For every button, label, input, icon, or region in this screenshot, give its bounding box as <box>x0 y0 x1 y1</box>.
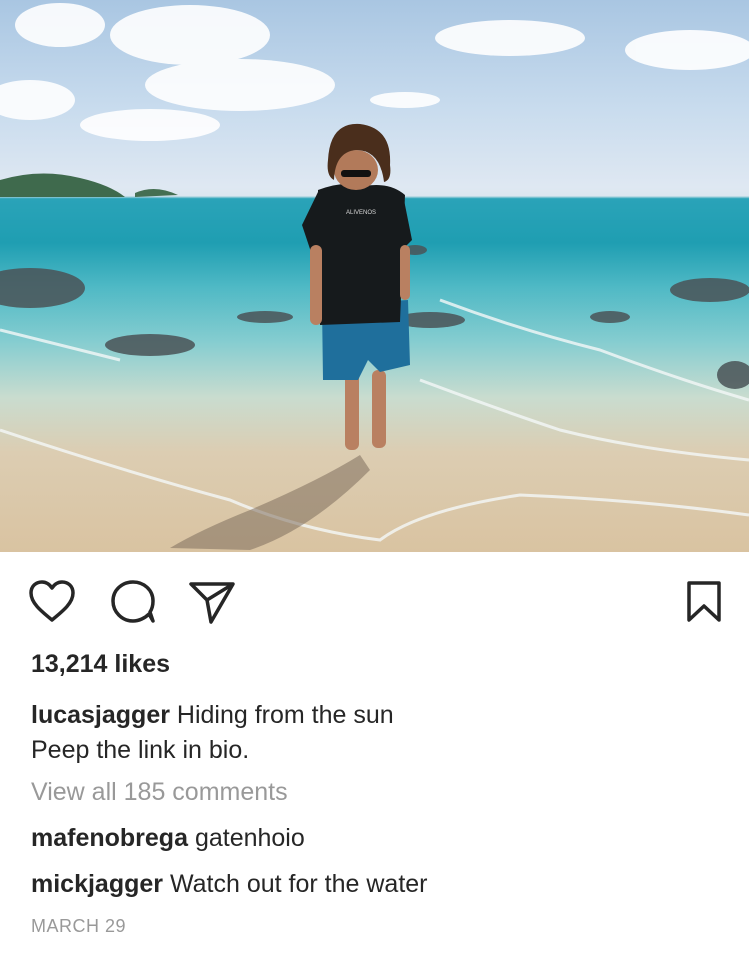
share-button[interactable] <box>187 578 237 624</box>
caption-username[interactable]: lucasjagger <box>31 701 170 729</box>
likes-count[interactable]: 13,214 likes <box>31 650 729 679</box>
post-caption: lucasjagger Hiding from the sun Peep the… <box>31 698 729 768</box>
comment-bubble-icon <box>111 580 155 623</box>
heart-icon <box>29 580 75 622</box>
save-button[interactable] <box>686 580 722 624</box>
island-small <box>135 188 178 197</box>
post-photo[interactable]: ALIVENOS <box>0 0 749 552</box>
caption-text-line1: Hiding from the sun <box>176 701 394 729</box>
comment-text: Watch out for the water <box>169 870 428 898</box>
bookmark-icon <box>687 581 721 622</box>
comment-username[interactable]: mickjagger <box>31 870 163 898</box>
comment-item: mickjagger Watch out for the water <box>31 870 729 899</box>
paper-plane-icon <box>189 582 235 624</box>
caption-text-line2: Peep the link in bio. <box>31 736 250 764</box>
person-shadow <box>170 455 370 550</box>
shirt-text: ALIVENOS <box>346 210 376 216</box>
beach-photo-illustration: ALIVENOS <box>0 3 749 550</box>
comment-username[interactable]: mafenobrega <box>31 824 188 852</box>
comment-item: mafenobrega gatenhoio <box>31 824 729 853</box>
person: ALIVENOS <box>302 123 412 450</box>
clouds <box>0 3 749 141</box>
post-date: MARCH 29 <box>31 916 127 936</box>
view-all-comments-link[interactable]: View all 185 comments <box>31 778 729 807</box>
like-button[interactable] <box>27 578 77 624</box>
comment-text: gatenhoio <box>194 824 305 852</box>
comment-button[interactable] <box>108 578 158 624</box>
island-left <box>0 173 125 197</box>
